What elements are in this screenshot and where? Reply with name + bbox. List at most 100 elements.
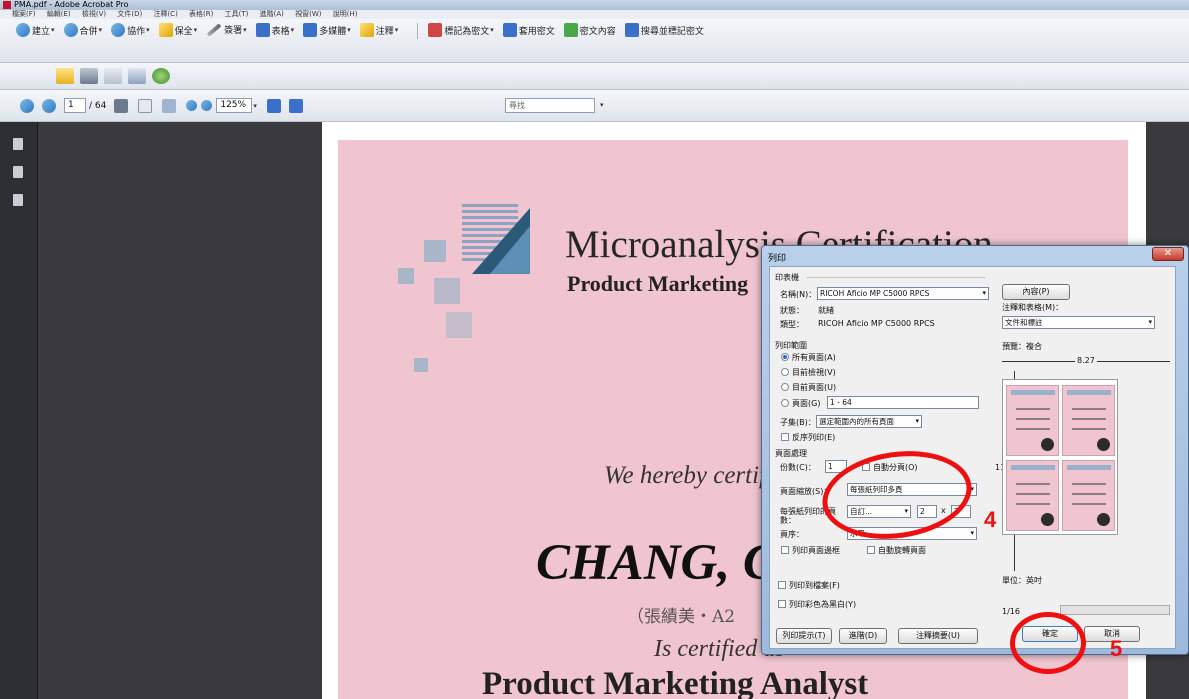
open-folder-icon[interactable] [56,68,74,84]
chevron-down-icon: ▾ [1148,318,1152,326]
chevron-down-icon: ▾ [290,26,295,34]
width-dimension: 8.27 [1075,356,1097,365]
hand-tool-icon[interactable] [138,98,153,113]
find-input[interactable]: 尋找 [505,98,595,113]
apply-redaction-icon [502,23,517,37]
comments-panel-icon[interactable] [13,194,23,206]
page-total: / 64 [89,100,107,111]
logo-square [398,268,414,284]
multimedia-icon [303,23,318,37]
range-all-radio[interactable] [781,353,789,361]
comments-forms-label: 注釋和表格(M)： [1002,303,1064,312]
preview-thumbnail [1062,385,1115,456]
attachments-panel-icon[interactable] [13,166,23,178]
zoom-out-icon[interactable] [186,100,198,111]
menu-forms[interactable]: 表格(R) [189,10,213,18]
dialog-title: 列印 [768,254,787,264]
printer-group-label: 印表機 [775,273,799,282]
menu-window[interactable]: 視窗(W) [295,10,321,18]
combine-button[interactable]: 合併 ▾ [63,23,103,37]
previous-page-icon[interactable] [20,98,34,113]
select-tool-icon[interactable] [114,98,129,113]
dialog-body: 印表機 名稱(N)： RICOH Aficio MP C5000 RPCS ▾ 內… [769,266,1176,649]
chevron-down-icon: ▾ [915,417,919,425]
chevron-down-icon: ▾ [193,26,198,34]
secure-icon [158,23,173,37]
fit-width-icon[interactable] [266,98,281,113]
range-page-radio[interactable] [781,383,789,391]
multimedia-button[interactable]: 多媒體 ▾ [303,23,351,37]
secure-button[interactable]: 保全 ▾ [158,23,198,37]
certificate-role: Product Marketing Analyst [482,666,869,699]
toolbar-separator [417,23,419,39]
zoom-marquee-icon[interactable] [162,98,177,113]
print-icon[interactable] [80,68,98,84]
forms-button[interactable]: 表格 ▾ [255,23,295,37]
printer-name-select[interactable]: RICOH Aficio MP C5000 RPCS ▾ [817,287,989,300]
search-redact-button[interactable]: 搜尋並標記密文 [624,23,704,37]
chevron-down-icon: ▾ [98,26,103,34]
menu-view[interactable]: 檢視(V) [82,10,106,18]
auto-rotate-checkbox[interactable] [867,546,875,554]
certificate-chinese-name: （張績美・A2 [627,607,736,627]
menu-file[interactable]: 檔案(F) [12,10,36,18]
certificate-recipient-name: CHANG, C [536,535,777,591]
preview-page-slider[interactable] [1060,605,1170,615]
range-all-label: 所有頁面(A) [792,353,836,362]
print-dialog: 列印 ✕ 印表機 名稱(N)： RICOH Aficio MP C5000 RP… [761,245,1189,655]
comments-forms-select[interactable]: 文件和標註 ▾ [1002,316,1155,329]
menu-help[interactable]: 說明(H) [333,10,358,18]
range-view-radio[interactable] [781,368,789,376]
redaction-properties-button[interactable]: 密文內容 [563,23,616,37]
create-button[interactable]: 建立 ▾ [16,23,55,37]
apply-redaction-button[interactable]: 套用密文 [502,23,555,37]
save-icon[interactable] [104,68,122,84]
print-grayscale-checkbox[interactable] [778,600,786,608]
comment-icon [359,23,374,37]
search-redact-icon [624,23,639,37]
print-grayscale-label: 列印彩色為黑白(Y) [789,600,857,609]
print-tips-button[interactable]: 列印提示(T) [776,628,832,644]
menu-document[interactable]: 文件(D) [117,10,142,18]
zoom-level-input[interactable]: 125% [216,98,253,113]
chevron-down-icon: ▾ [51,26,55,34]
page-order-label: 頁序： [780,530,804,539]
advanced-button[interactable]: 進階(D) [839,628,887,644]
task-toolbar: 建立 ▾ 合併 ▾ 協作 ▾ 保全 ▾ 簽署 ▾ 表格 ▾ 多媒體 ▾ 注釋 ▾ 標記為密文 ▾ … [0,19,1189,63]
print-to-file-checkbox[interactable] [778,581,786,589]
mark-redaction-icon [428,23,443,37]
comment-button[interactable]: 注釋 ▾ [359,23,398,37]
page-range-input[interactable]: 1 - 64 [827,396,979,409]
chevron-down-icon[interactable]: ▾ [600,101,604,109]
menu-tools[interactable]: 工具(T) [225,10,249,18]
properties-button[interactable]: 內容(P) [1002,284,1070,300]
forms-icon [255,23,270,37]
email-icon[interactable] [128,68,146,84]
redaction-properties-icon [563,23,578,37]
mark-redaction-button[interactable]: 標記為密文 ▾ [428,23,494,37]
chevron-down-icon[interactable]: ▾ [253,102,257,110]
collaborate-icon [111,23,126,37]
menu-comments[interactable]: 注釋(C) [153,10,177,18]
sign-button[interactable]: 簽署 ▾ [206,22,247,37]
reverse-pages-checkbox[interactable] [781,433,789,441]
next-page-icon[interactable] [42,98,56,113]
summarize-comments-button[interactable]: 注釋摘要(U) [898,628,978,644]
range-pages-radio[interactable] [781,399,789,407]
fit-page-icon[interactable] [288,98,303,113]
printer-name-label: 名稱(N)： [780,290,817,299]
collaborate-button[interactable]: 協作 ▾ [111,23,150,37]
print-borders-checkbox[interactable] [781,546,789,554]
logo-square [434,278,460,304]
globe-icon[interactable] [152,68,170,84]
zoom-in-icon[interactable] [201,100,213,111]
chevron-down-icon: ▾ [146,26,150,34]
menu-edit[interactable]: 編輯(E) [47,10,71,18]
menu-advanced[interactable]: 進階(A) [260,10,284,18]
close-icon[interactable]: ✕ [1152,247,1184,261]
chevron-down-icon: ▾ [243,25,247,34]
page-number-input[interactable]: 1 [64,98,86,113]
navigation-pane [0,122,38,699]
pages-panel-icon[interactable] [13,138,23,150]
subset-select[interactable]: 選定範圍內的所有頁面 ▾ [816,415,922,428]
